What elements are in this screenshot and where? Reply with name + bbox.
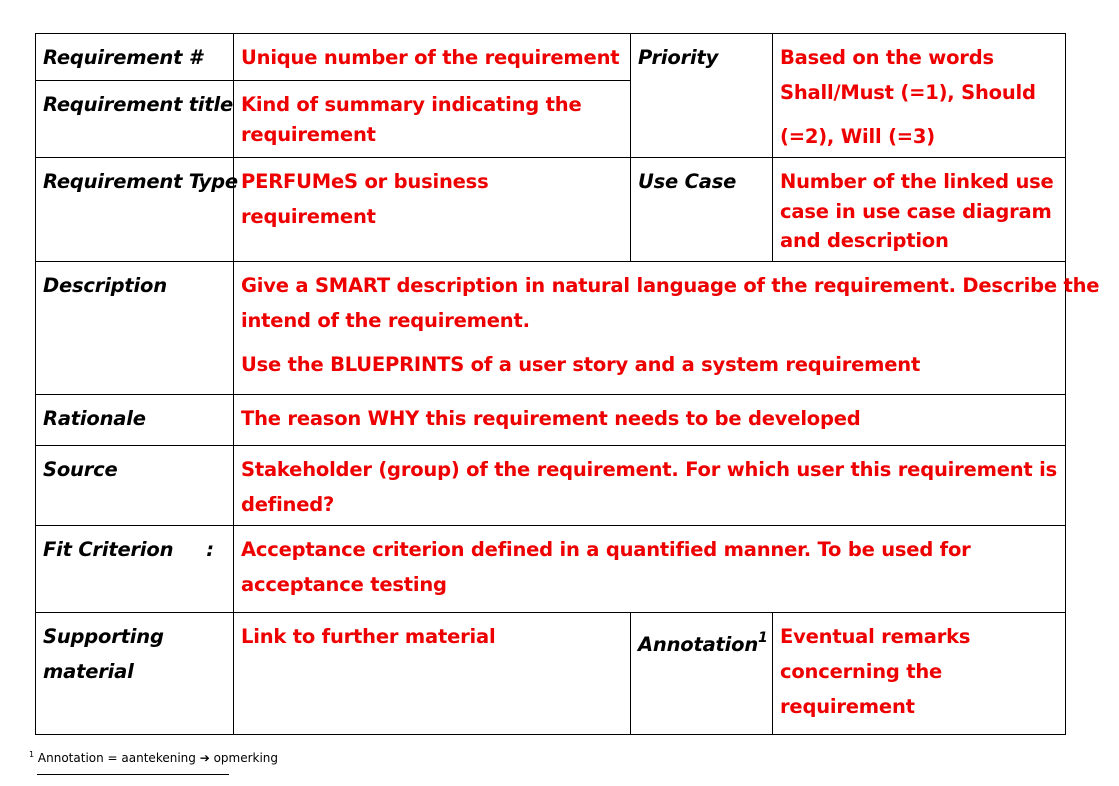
source-label: Source <box>43 458 118 481</box>
supporting-material-value: Link to further material <box>241 625 496 648</box>
table-divider <box>35 445 1066 446</box>
fit-criterion-label: Fit Criterion : <box>43 538 214 561</box>
table-divider <box>772 33 773 262</box>
use-case-line: case in use case diagram <box>780 199 1052 223</box>
requirement-title-label: Requirement title <box>43 93 234 116</box>
use-case-value: Number of the linked use case in use cas… <box>780 167 1054 256</box>
rationale-label: Rationale <box>43 407 146 430</box>
table-divider <box>233 33 234 735</box>
description-line: intend of the requirement. <box>241 309 530 332</box>
use-case-line: and description <box>780 229 949 252</box>
annotation-value: Eventual remarks concerning the requirem… <box>780 619 970 724</box>
use-case-line: Number of the linked use <box>780 170 1054 193</box>
priority-line: Shall/Must (=1), Should <box>780 81 1036 104</box>
fit-criterion-line: acceptance testing <box>241 573 447 596</box>
requirement-title-value: Kind of summary indicating the requireme… <box>241 90 582 149</box>
supporting-material-label: Supporting material <box>43 619 164 689</box>
table-divider <box>35 525 1066 526</box>
description-line: Use the BLUEPRINTS of a user story and a… <box>241 353 921 376</box>
description-line: Give a SMART description in natural lang… <box>241 274 1100 297</box>
footnote-marker: 1 <box>29 750 35 759</box>
annotation-footnote-marker: 1 <box>758 630 768 646</box>
requirement-type-value: PERFUMeS or business requirement <box>241 164 489 234</box>
table-border <box>1065 33 1066 735</box>
source-line: defined? <box>241 493 335 516</box>
requirement-number-label: Requirement # <box>43 46 203 69</box>
table-divider <box>35 612 1066 613</box>
requirement-number-value: Unique number of the requirement <box>241 46 620 69</box>
use-case-label: Use Case <box>638 170 737 193</box>
table-divider <box>35 157 1066 158</box>
requirement-type-line: PERFUMeS or business <box>241 170 489 193</box>
priority-line: (=2), Will (=3) <box>780 125 936 148</box>
footnote-text: Annotation = aantekening ➔ opmerking <box>37 751 279 765</box>
requirement-title-line: requirement <box>241 122 376 146</box>
table-border <box>35 33 1066 34</box>
requirement-type-line: requirement <box>241 205 376 228</box>
requirement-type-label: Requirement Type <box>43 170 238 193</box>
table-divider <box>630 33 631 262</box>
rationale-value: The reason WHY this requirement needs to… <box>241 407 861 430</box>
table-divider <box>35 261 1066 262</box>
footnote: 1 Annotation = aantekening ➔ opmerking <box>29 750 279 765</box>
table-divider <box>35 394 1066 395</box>
description-label: Description <box>43 274 167 297</box>
fit-criterion-line: Acceptance criterion defined in a quanti… <box>241 538 971 561</box>
table-border <box>35 734 1066 735</box>
table-border <box>35 33 36 735</box>
description-value: Give a SMART description in natural lang… <box>241 268 1099 382</box>
fit-criterion-value: Acceptance criterion defined in a quanti… <box>241 532 971 602</box>
requirement-title-line: Kind of summary indicating the <box>241 93 582 116</box>
priority-value: Based on the words Shall/Must (=1), Shou… <box>780 40 1036 154</box>
supporting-material-line: material <box>43 660 134 683</box>
priority-line: Based on the words <box>780 46 994 69</box>
annotation-label: Annotation1 <box>638 627 768 665</box>
table-divider <box>772 612 773 735</box>
table-divider <box>630 612 631 735</box>
annotation-line: Eventual remarks <box>780 625 971 648</box>
table-divider <box>35 80 631 81</box>
annotation-line: requirement <box>780 695 915 718</box>
annotation-line: concerning the <box>780 660 943 683</box>
source-value: Stakeholder (group) of the requirement. … <box>241 452 1057 522</box>
annotation-label-text: Annotation <box>638 633 759 656</box>
source-line: Stakeholder (group) of the requirement. … <box>241 458 1057 481</box>
footnote-separator <box>37 774 229 775</box>
priority-label: Priority <box>638 46 719 69</box>
supporting-material-line: Supporting <box>43 625 164 648</box>
